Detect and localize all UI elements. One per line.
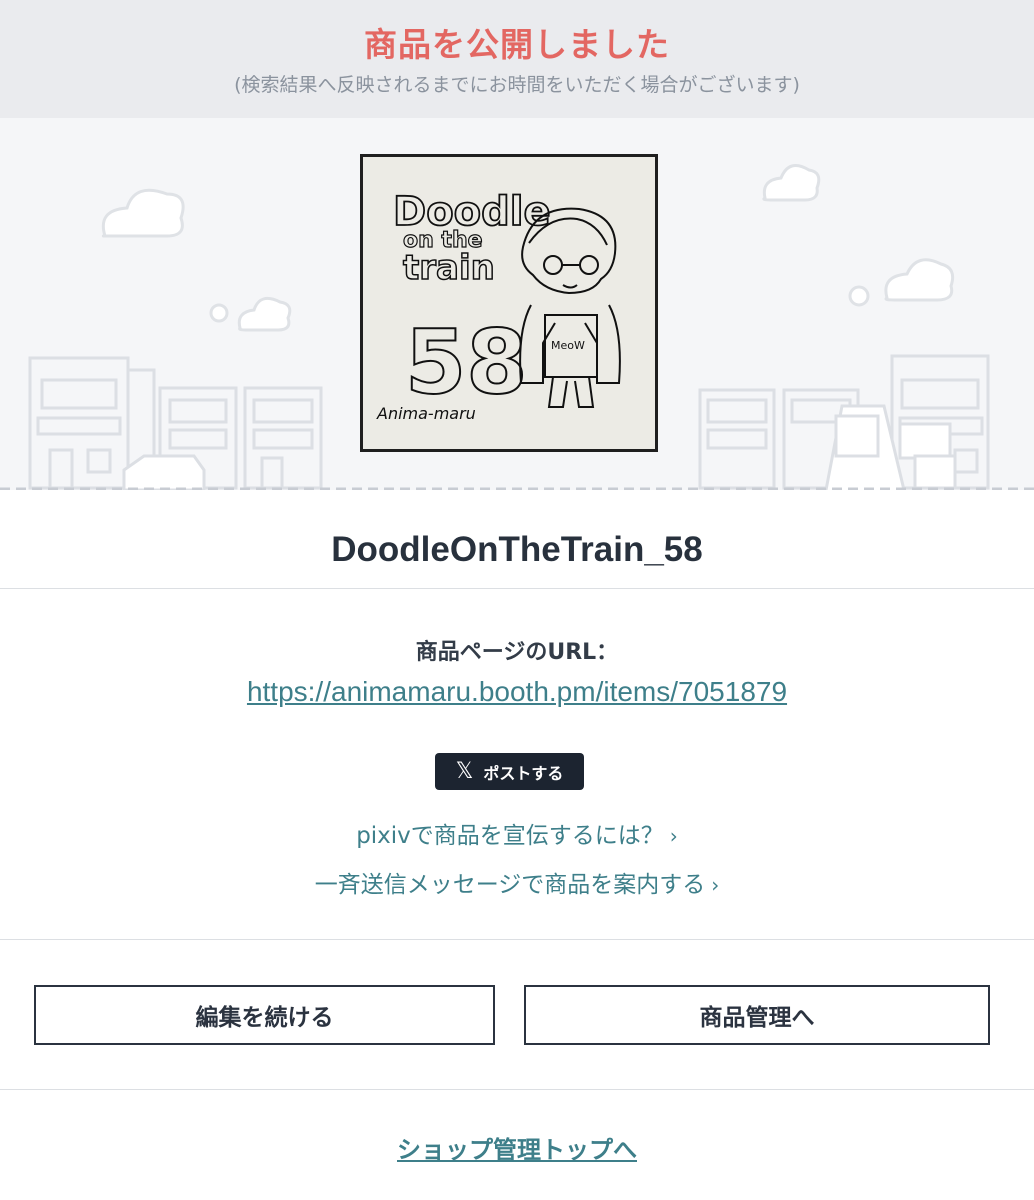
shop-management-top-link[interactable]: ショップ管理トップへ [0,1130,1034,1165]
product-url-label: 商品ページのURL： [415,640,619,665]
divider-bottom [0,1089,1034,1090]
x-post-button[interactable]: 𝕏 ポストする [435,753,584,790]
product-thumbnail: Doodle on the train 58 Anima-maru MeoW [360,154,658,452]
doodle-illustration: Doodle on the train 58 Anima-maru MeoW [376,188,621,423]
continue-edit-button[interactable]: 編集を続ける [34,985,495,1045]
product-url-link[interactable]: https://animamaru.booth.pm/items/7051879 [0,676,1034,708]
thumb-heading-3: train [403,248,495,288]
manage-items-button[interactable]: 商品管理へ [524,985,990,1045]
chevron-right-icon: › [711,873,720,897]
thumb-signature: Anima-maru [376,404,476,423]
post-label: ポストする [483,763,564,783]
chevron-right-icon: › [669,824,678,848]
bulk-message-link[interactable]: 一斉送信メッセージで商品を案内する › [0,865,1034,899]
publish-banner: 商品を公開しました (検索結果へ反映されるまでにお時間をいただく場合がございます… [0,0,1034,118]
product-title: DoodleOnTheTrain_58 [331,530,703,569]
pixiv-promo-label: pixivで商品を宣伝するには？ [356,823,664,849]
published-subtitle: (検索結果へ反映されるまでにお時間をいただく場合がございます) [234,74,800,96]
pixiv-promo-link[interactable]: pixivで商品を宣伝するには？ › [0,816,1034,850]
thumb-number: 58 [405,311,527,414]
divider-middle [0,939,1034,940]
x-logo-icon: 𝕏 [455,759,474,784]
thumb-shirt-text: MeoW [551,339,585,352]
divider-top [0,588,1034,589]
bulk-message-label: 一斉送信メッセージで商品を案内する [314,872,706,898]
hero-illustration: Doodle on the train 58 Anima-maru MeoW [0,118,1034,490]
published-title: 商品を公開しました [364,25,670,64]
